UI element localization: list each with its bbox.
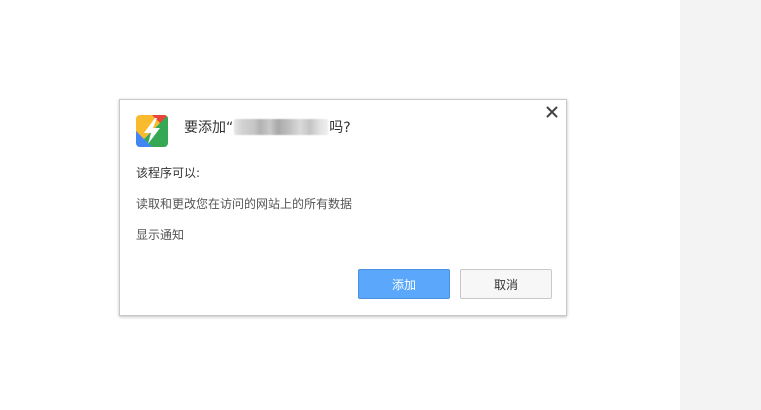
add-button[interactable]: 添加 [358,269,450,299]
permission-item: 显示通知 [136,228,185,242]
close-icon [546,103,558,122]
title-prefix: 要添加“ [184,120,234,136]
close-button[interactable] [543,103,561,121]
permissions-heading: 该程序可以: [136,166,201,180]
side-panel [680,0,761,410]
dialog-title: 要添加“ 吗? [184,115,351,139]
redacted-extension-name [234,119,329,135]
cancel-button[interactable]: 取消 [460,269,552,299]
permission-item: 读取和更改您在访问的网站上的所有数据 [136,197,353,211]
lightning-extension-icon [136,115,168,147]
extension-install-dialog: 要添加“ 吗? 该程序可以: 读取和更改您在访问的网站上的所有数据 显示通知 添… [119,99,567,316]
title-suffix: 吗? [329,120,351,136]
